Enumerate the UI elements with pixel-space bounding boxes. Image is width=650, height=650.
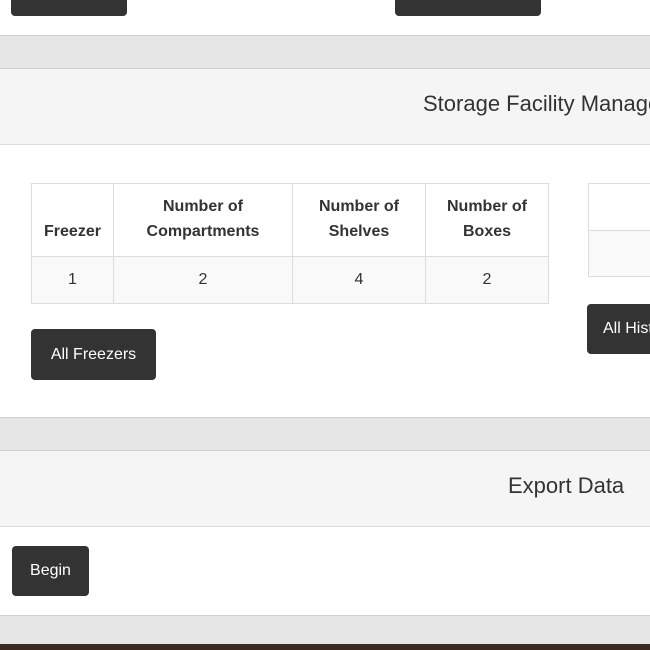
table-header-row: Freezer Number of Compartments Number of…: [31, 183, 549, 257]
top-right-button[interactable]: [395, 0, 541, 16]
bottom-edge: [0, 644, 650, 650]
export-panel-heading: Export Data: [0, 451, 650, 527]
storage-panel-title: Storage Facility Management: [423, 91, 650, 116]
freezer-table: Freezer Number of Compartments Number of…: [31, 183, 549, 304]
history-table: [588, 183, 650, 277]
export-panel-title: Export Data: [508, 473, 625, 498]
cell-compartments: 2: [113, 256, 293, 304]
all-freezers-button[interactable]: All Freezers: [31, 329, 156, 380]
top-panel: [0, 0, 650, 36]
col-header-compartments: Number of Compartments: [113, 183, 293, 257]
export-panel: Export Data Begin: [0, 450, 650, 616]
begin-button[interactable]: Begin: [12, 546, 89, 596]
col-header-shelves: Number of Shelves: [292, 183, 426, 257]
cell-boxes: 2: [425, 256, 549, 304]
col-header-boxes: Number of Boxes: [425, 183, 549, 257]
col-header-freezer: Freezer: [31, 183, 114, 257]
page: Storage Facility Management Freezer Numb…: [0, 0, 650, 650]
export-panel-body: Begin: [0, 527, 650, 615]
table-row: 1 2 4 2: [31, 256, 549, 304]
cell-shelves: 4: [292, 256, 426, 304]
storage-panel-body: Freezer Number of Compartments Number of…: [0, 145, 650, 417]
all-history-button[interactable]: All History: [587, 304, 650, 354]
history-table-row: [589, 231, 650, 276]
top-left-button[interactable]: [11, 0, 127, 16]
storage-panel: Storage Facility Management Freezer Numb…: [0, 68, 650, 418]
history-table-header: [589, 184, 650, 231]
storage-panel-heading: Storage Facility Management: [0, 69, 650, 145]
cell-freezer: 1: [31, 256, 114, 304]
